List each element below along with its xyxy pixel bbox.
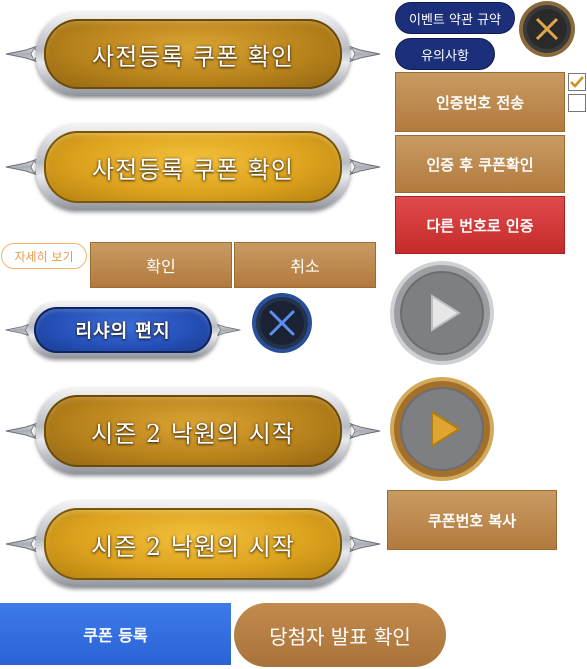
season2-button-2[interactable]: 시즌 2 낙원의 시작 (4, 499, 382, 589)
play-icon[interactable] (389, 260, 495, 366)
cancel-button[interactable]: 취소 (234, 242, 376, 288)
close-icon[interactable] (518, 0, 576, 58)
season2-button-1[interactable]: 시즌 2 낙원의 시작 (4, 386, 382, 476)
button-label: 사전등록 쿠폰 확인 (44, 131, 342, 203)
preregister-coupon-button-2[interactable]: 사전등록 쿠폰 확인 (4, 122, 382, 212)
checkbox-checked[interactable] (568, 73, 586, 91)
view-details-button[interactable]: 자세히 보기 (1, 243, 87, 269)
checkbox-unchecked[interactable] (568, 94, 586, 112)
button-label: 사전등록 쿠폰 확인 (44, 19, 342, 89)
event-terms-button[interactable]: 이벤트 약관 규약 (395, 2, 515, 34)
send-auth-code-button[interactable]: 인증번호 전송 (395, 72, 565, 132)
button-label: 시즌 2 낙원의 시작 (44, 508, 342, 580)
preregister-coupon-button-1[interactable]: 사전등록 쿠폰 확인 (4, 10, 382, 98)
close-icon[interactable] (251, 292, 313, 354)
check-winners-button[interactable]: 당첨자 발표 확인 (234, 603, 446, 667)
play-icon[interactable] (389, 376, 495, 482)
checkmark-icon (570, 76, 584, 88)
button-label: 시즌 2 낙원의 시작 (44, 395, 342, 467)
copy-coupon-code-button[interactable]: 쿠폰번호 복사 (387, 490, 557, 550)
notice-button[interactable]: 유의사항 (395, 38, 495, 70)
register-coupon-button[interactable]: 쿠폰 등록 (0, 603, 231, 665)
button-label: 리샤의 편지 (34, 307, 212, 353)
confirm-coupon-after-auth-button[interactable]: 인증 후 쿠폰확인 (395, 135, 565, 193)
lisha-letter-button[interactable]: 리샤의 편지 (4, 300, 242, 360)
confirm-button[interactable]: 확인 (90, 242, 232, 288)
auth-other-number-button[interactable]: 다른 번호로 인증 (395, 196, 565, 254)
